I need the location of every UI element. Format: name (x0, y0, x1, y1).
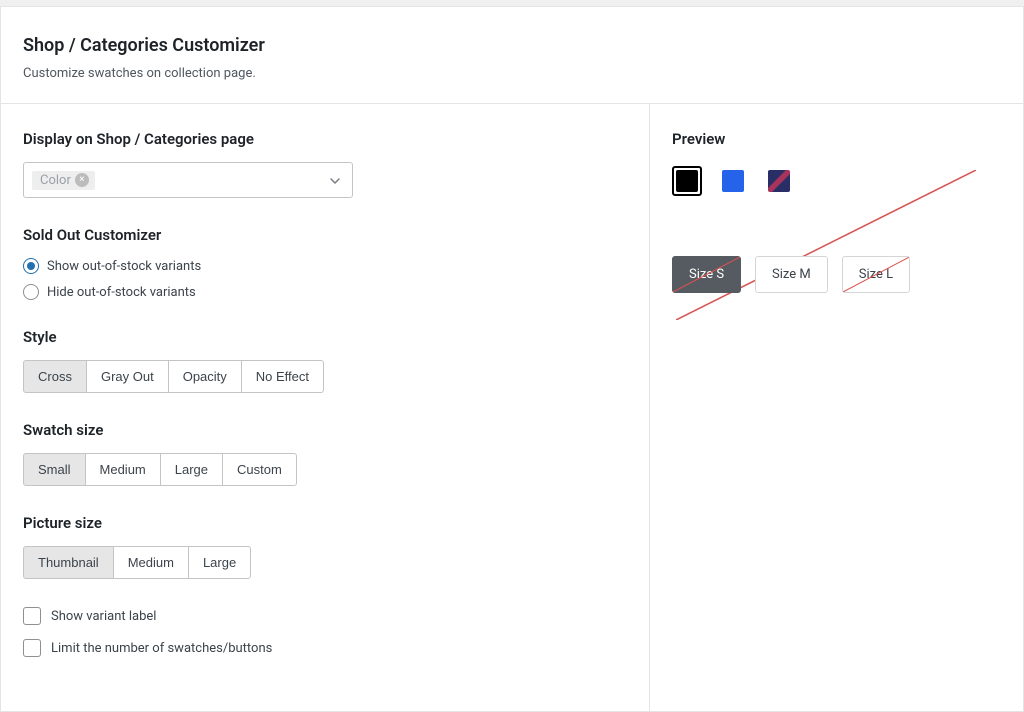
size-label: Size L (859, 267, 893, 282)
style-opacity-button[interactable]: Opacity (168, 360, 242, 393)
picturesize-large-button[interactable]: Large (188, 546, 251, 579)
preview-title: Preview (672, 130, 1001, 148)
style-group: Cross Gray Out Opacity No Effect (23, 360, 324, 393)
page-title: Shop / Categories Customizer (23, 35, 1001, 56)
soldout-section: Sold Out Customizer Show out-of-stock va… (23, 226, 627, 300)
size-label: Size S (689, 267, 724, 282)
tag-label: Color (40, 173, 71, 188)
checkbox-label: Limit the number of swatches/buttons (51, 641, 272, 656)
page-subtitle: Customize swatches on collection page. (23, 66, 1001, 81)
soldout-title: Sold Out Customizer (23, 226, 627, 244)
radio-show-oos[interactable]: Show out-of-stock variants (23, 258, 627, 274)
swatchsize-group: Small Medium Large Custom (23, 453, 297, 486)
swatchsize-section: Swatch size Small Medium Large Custom (23, 421, 627, 486)
style-grayout-button[interactable]: Gray Out (86, 360, 169, 393)
display-select[interactable]: Color × (23, 162, 353, 198)
swatchsize-large-button[interactable]: Large (160, 453, 223, 486)
size-label: Size M (772, 267, 811, 282)
swatch-image[interactable] (764, 166, 794, 196)
checkbox-label: Show variant label (51, 609, 156, 624)
tag-color[interactable]: Color × (32, 171, 95, 190)
swatch-blue[interactable] (718, 166, 748, 196)
style-cross-button[interactable]: Cross (23, 360, 87, 393)
picturesize-medium-button[interactable]: Medium (113, 546, 189, 579)
radio-label: Hide out-of-stock variants (47, 285, 196, 300)
radio-hide-oos[interactable]: Hide out-of-stock variants (23, 284, 627, 300)
picturesize-title: Picture size (23, 514, 627, 532)
checkbox-icon (23, 607, 41, 625)
swatchsize-medium-button[interactable]: Medium (85, 453, 161, 486)
size-m-button[interactable]: Size M (755, 256, 828, 293)
radio-label: Show out-of-stock variants (47, 259, 201, 274)
style-title: Style (23, 328, 627, 346)
display-title: Display on Shop / Categories page (23, 130, 627, 148)
size-l-button[interactable]: Size L (842, 256, 910, 293)
check-limit-swatches[interactable]: Limit the number of swatches/buttons (23, 639, 627, 657)
tag-remove-icon[interactable]: × (75, 173, 89, 187)
picturesize-group: Thumbnail Medium Large (23, 546, 251, 579)
preview-size-row: Size S Size M Size L (672, 256, 1001, 293)
radio-icon (23, 284, 39, 300)
display-section: Display on Shop / Categories page Color … (23, 130, 627, 198)
swatchsize-title: Swatch size (23, 421, 627, 439)
radio-icon (23, 258, 39, 274)
swatchsize-small-button[interactable]: Small (23, 453, 86, 486)
style-section: Style Cross Gray Out Opacity No Effect (23, 328, 627, 393)
swatchsize-custom-button[interactable]: Custom (222, 453, 297, 486)
checkbox-icon (23, 639, 41, 657)
chevron-down-icon (330, 175, 340, 185)
picturesize-thumbnail-button[interactable]: Thumbnail (23, 546, 114, 579)
preview-color-row (672, 166, 1001, 196)
swatch-black[interactable] (672, 166, 702, 196)
check-show-variant-label[interactable]: Show variant label (23, 607, 627, 625)
picturesize-section: Picture size Thumbnail Medium Large (23, 514, 627, 579)
style-noeffect-button[interactable]: No Effect (241, 360, 324, 393)
size-s-button[interactable]: Size S (672, 256, 741, 293)
